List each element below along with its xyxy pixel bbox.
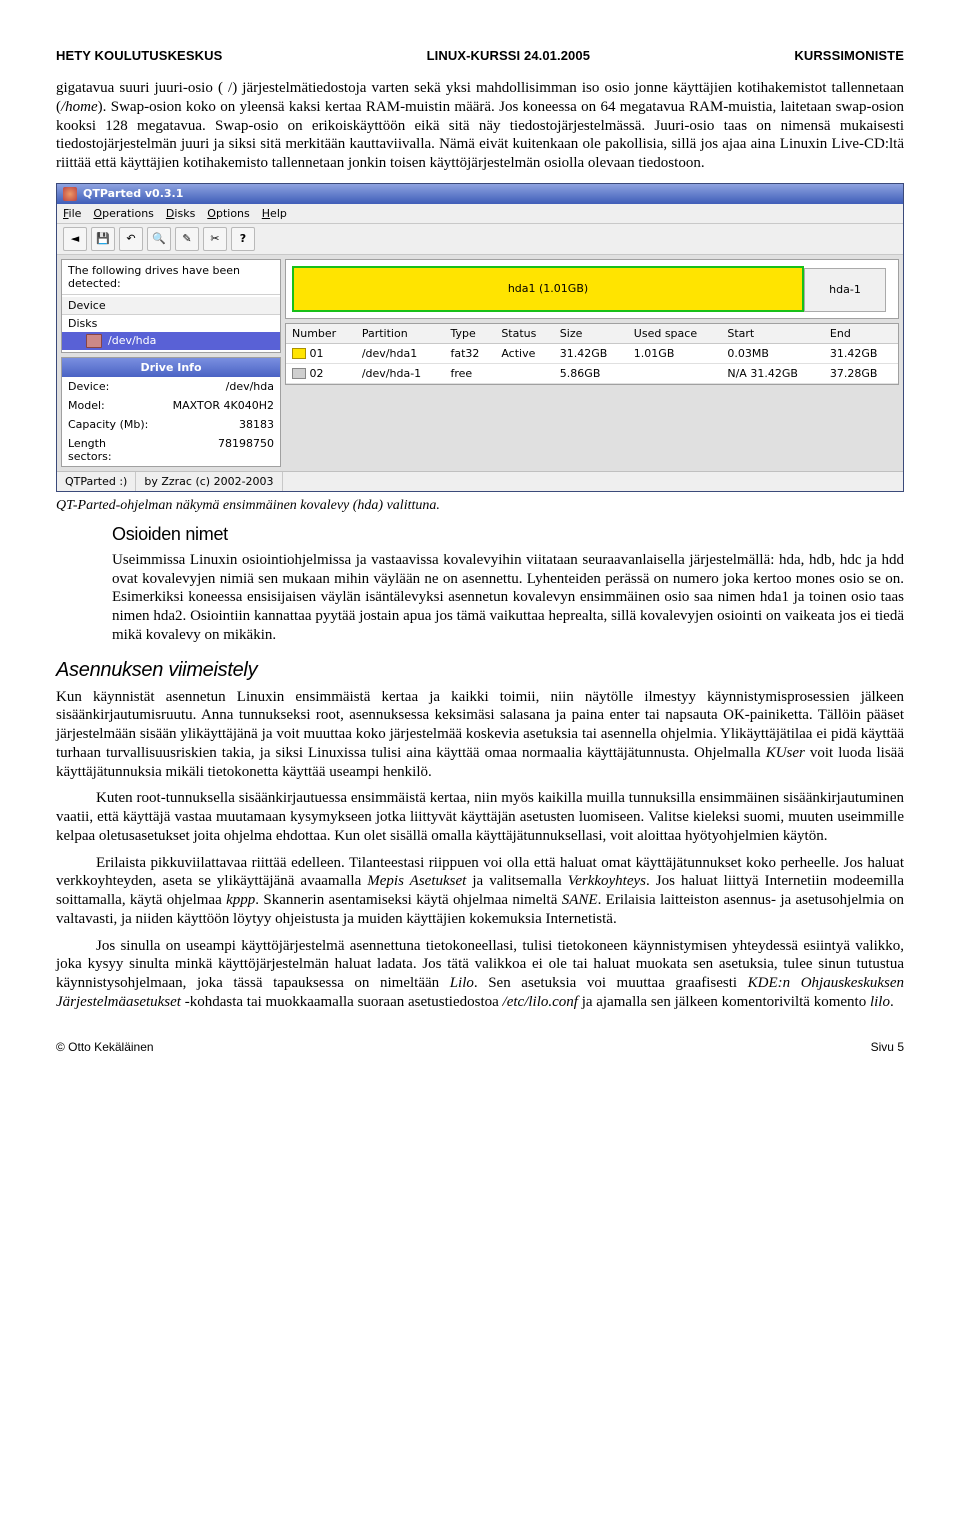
drive-info-key: Capacity (Mb): <box>62 415 157 434</box>
drive-info-grid: Device: /dev/hda Model: MAXTOR 4K040H2 C… <box>62 377 280 466</box>
toolbar: ◄ 💾 ↶ 🔍 ✎ ✂ ? <box>57 224 903 255</box>
free-icon <box>292 368 306 379</box>
magnifier-icon[interactable]: 🔍 <box>147 227 171 251</box>
partition-bar-free[interactable]: hda-1 <box>804 268 886 312</box>
section-asennuksen-viimeistely: Asennuksen viimeistely <box>56 659 904 682</box>
table-row[interactable]: 02 /dev/hda-1 free 5.86GB N/A 31.42GB 37… <box>286 363 898 383</box>
app-icon <box>63 187 77 201</box>
intro-paragraph: gigatavua suuri juuri-osio ( /) järjeste… <box>56 79 904 173</box>
subheading-osioiden-nimet: Osioiden nimet <box>112 524 904 545</box>
header-right: KURSSIMONISTE <box>794 48 904 63</box>
menu-bar: File Operations Disks Options Help <box>57 204 903 224</box>
disk-icon <box>86 334 102 348</box>
drive-info-key: Length sectors: <box>62 434 157 466</box>
sec2-p3: Erilaista pikkuviilattavaa riittää edell… <box>56 854 904 929</box>
page-header: HETY KOULUTUSKESKUS LINUX-KURSSI 24.01.2… <box>56 48 904 63</box>
sec2-p2: Kuten root-tunnuksella sisäänkirjautuess… <box>56 789 904 845</box>
save-icon[interactable]: 💾 <box>91 227 115 251</box>
partition-bar-hda1[interactable]: hda1 (1.01GB) hda-1 <box>292 266 804 312</box>
footer-author: © Otto Kekäläinen <box>56 1040 154 1054</box>
drive-info-key: Model: <box>62 396 157 415</box>
osioiden-nimet-body: Useimmissa Linuxin osiointiohjelmissa ja… <box>112 551 904 645</box>
status-right: by Zzrac (c) 2002-2003 <box>136 472 282 491</box>
menu-disks[interactable]: Disks <box>166 207 195 220</box>
device-tree-item-hda[interactable]: /dev/hda <box>62 332 280 350</box>
window-title: QTParted v0.3.1 <box>83 187 183 200</box>
drive-info-val: MAXTOR 4K040H2 <box>157 396 280 415</box>
drive-info-key: Device: <box>62 377 157 396</box>
screenshot-caption: QT-Parted-ohjelman näkymä ensimmäinen ko… <box>56 498 904 514</box>
drives-detected-label: The following drives have been detected: <box>62 260 280 295</box>
drive-info-val: 78198750 <box>157 434 280 466</box>
fat32-icon <box>292 348 306 359</box>
status-left: QTParted :) <box>57 472 136 491</box>
undo-icon[interactable]: ↶ <box>119 227 143 251</box>
help-icon[interactable]: ? <box>231 227 255 251</box>
sec2-p4: Jos sinulla on useampi käyttöjärjestelmä… <box>56 937 904 1012</box>
partition-table: Number Partition Type Status Size Used s… <box>286 324 898 384</box>
menu-operations[interactable]: Operations <box>93 207 154 220</box>
header-center: LINUX-KURSSI 24.01.2005 <box>427 48 590 63</box>
table-header-row: Number Partition Type Status Size Used s… <box>286 324 898 344</box>
tree-group-label: Disks <box>68 317 97 330</box>
page-footer: © Otto Kekäläinen Sivu 5 <box>56 1040 904 1054</box>
footer-page: Sivu 5 <box>871 1040 904 1054</box>
device-tree-header: Device <box>62 297 280 315</box>
menu-options[interactable]: Options <box>207 207 249 220</box>
menu-file[interactable]: File <box>63 207 81 220</box>
header-left: HETY KOULUTUSKESKUS <box>56 48 222 63</box>
cut-icon[interactable]: ✂ <box>203 227 227 251</box>
qtparted-screenshot: QTParted v0.3.1 File Operations Disks Op… <box>56 183 904 492</box>
table-row[interactable]: 01 /dev/hda1 fat32 Active 31.42GB 1.01GB… <box>286 343 898 363</box>
arrow-left-icon[interactable]: ◄ <box>63 227 87 251</box>
pencil-icon[interactable]: ✎ <box>175 227 199 251</box>
menu-help[interactable]: Help <box>262 207 287 220</box>
drive-info-header: Drive Info <box>62 358 280 377</box>
device-tree-root[interactable]: Disks <box>62 315 280 332</box>
drive-info-val: 38183 <box>157 415 280 434</box>
sec2-p1: Kun käynnistät asennetun Linuxin ensimmä… <box>56 688 904 782</box>
partition-bar-label: hda1 (1.01GB) <box>508 282 588 295</box>
window-titlebar: QTParted v0.3.1 <box>57 184 903 204</box>
status-bar: QTParted :) by Zzrac (c) 2002-2003 <box>57 471 903 491</box>
device-path: /dev/hda <box>108 334 156 347</box>
drive-info-val: /dev/hda <box>157 377 280 396</box>
